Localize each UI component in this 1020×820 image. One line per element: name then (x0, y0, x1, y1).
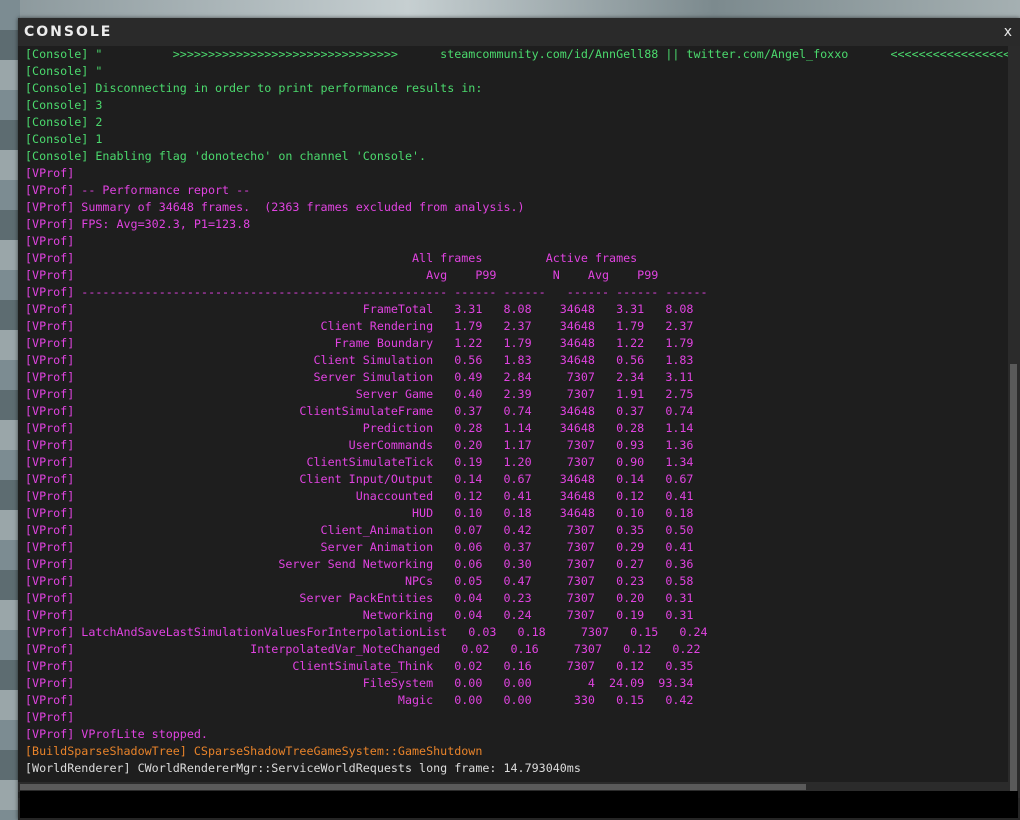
log-line-vprof: [VProf] (25, 710, 75, 724)
log-line-vprof: [VProf] LatchAndSaveLastSimulationValues… (25, 625, 708, 639)
vertical-scrollbar-thumb[interactable] (1010, 364, 1017, 796)
window-title: CONSOLE (24, 24, 113, 40)
log-line-console: [Console] Enabling flag 'donotecho' on c… (25, 149, 427, 163)
console-window: CONSOLE x [Console] " >>>>>>>>>>>>>>>>>>… (18, 18, 1020, 820)
console-input[interactable] (20, 791, 1018, 818)
log-line-vprof: [VProf] Client Rendering 1.79 2.37 34648… (25, 319, 694, 333)
log-line-vprof: [VProf] Client Simulation 0.56 1.83 3464… (25, 353, 694, 367)
log-line-console: [Console] 1 (25, 132, 103, 146)
log-line-vprof: [VProf] FrameTotal 3.31 8.08 34648 3.31 … (25, 302, 694, 316)
log-line-vprof: [VProf] Networking 0.04 0.24 7307 0.19 0… (25, 608, 694, 622)
log-line-vprof: [VProf] (25, 166, 75, 180)
log-line-vprof: [VProf] Prediction 0.28 1.14 34648 0.28 … (25, 421, 694, 435)
log-line-vprof: [VProf] Avg P99 N Avg P99 (25, 268, 659, 282)
log-line-vprof: [VProf] Magic 0.00 0.00 330 0.15 0.42 (25, 693, 694, 707)
log-line-vprof: [VProf] Client Input/Output 0.14 0.67 34… (25, 472, 694, 486)
log-line-vprof: [VProf] UserCommands 0.20 1.17 7307 0.93… (25, 438, 694, 452)
log-line-vprof: [VProf] Unaccounted 0.12 0.41 34648 0.12… (25, 489, 694, 503)
log-line-vprof: [VProf] ClientSimulate_Think 0.02 0.16 7… (25, 659, 694, 673)
log-line-vprof: [VProf] Summary of 34648 frames. (2363 f… (25, 200, 525, 214)
log-line-shadow: [BuildSparseShadowTree] CSparseShadowTre… (25, 744, 483, 758)
log-line-vprof: [VProf] ClientSimulateFrame 0.37 0.74 34… (25, 404, 694, 418)
log-line-vprof: [VProf] ClientSimulateTick 0.19 1.20 730… (25, 455, 694, 469)
desktop-background-top (0, 0, 1020, 18)
log-line-vprof: [VProf] --------------------------------… (25, 285, 708, 299)
log-line-vprof: [VProf] Server Animation 0.06 0.37 7307 … (25, 540, 694, 554)
log-line-console: [Console] " >>>>>>>>>>>>>>>>>>>>>>>>>>>>… (25, 47, 1008, 61)
log-line-vprof: [VProf] NPCs 0.05 0.47 7307 0.23 0.58 (25, 574, 694, 588)
horizontal-scrollbar-thumb[interactable] (20, 784, 806, 790)
log-line-vprof: [VProf] Frame Boundary 1.22 1.79 34648 1… (25, 336, 694, 350)
log-line-vprof: [VProf] Client_Animation 0.07 0.42 7307 … (25, 523, 694, 537)
log-line-console: [Console] Disconnecting in order to prin… (25, 81, 483, 95)
log-line-vprof: [VProf] FileSystem 0.00 0.00 4 24.09 93.… (25, 676, 694, 690)
log-line-vprof: [VProf] Server PackEntities 0.04 0.23 73… (25, 591, 694, 605)
log-line-vprof: [VProf] (25, 234, 75, 248)
log-line-world: [WorldRenderer] CWorldRendererMgr::Servi… (25, 761, 581, 775)
close-icon[interactable]: x (1004, 24, 1012, 40)
log-line-vprof: [VProf] FPS: Avg=302.3, P1=123.8 (25, 217, 251, 231)
console-output[interactable]: [Console] " >>>>>>>>>>>>>>>>>>>>>>>>>>>>… (18, 46, 1008, 798)
desktop-background-left (0, 0, 20, 820)
log-line-vprof: [VProf] Server Send Networking 0.06 0.30… (25, 557, 694, 571)
log-line-vprof: [VProf] Server Simulation 0.49 2.84 7307… (25, 370, 694, 384)
title-bar[interactable]: CONSOLE x (18, 18, 1020, 46)
log-line-console: [Console] 3 (25, 98, 103, 112)
log-line-vprof: [VProf] -- Performance report -- (25, 183, 251, 197)
log-line-vprof: [VProf] VProfLite stopped. (25, 727, 208, 741)
log-line-vprof: [VProf] All frames Active frames (25, 251, 638, 265)
log-line-vprof: [VProf] Server Game 0.40 2.39 7307 1.91 … (25, 387, 694, 401)
vertical-scrollbar[interactable] (1008, 46, 1020, 798)
log-line-console: [Console] 2 (25, 115, 103, 129)
log-line-vprof: [VProf] HUD 0.10 0.18 34648 0.10 0.18 (25, 506, 694, 520)
log-line-vprof: [VProf] InterpolatedVar_NoteChanged 0.02… (25, 642, 701, 656)
log-line-console: [Console] " (25, 64, 103, 78)
